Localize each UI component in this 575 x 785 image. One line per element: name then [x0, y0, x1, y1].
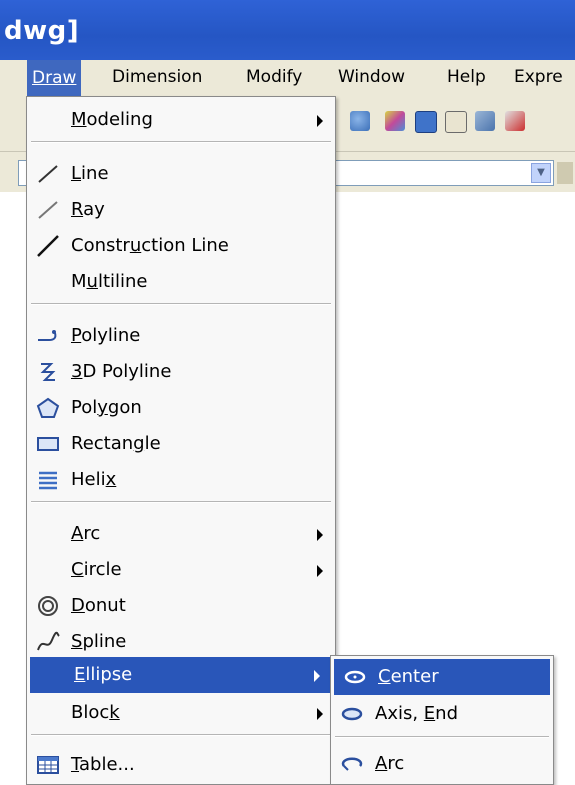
polygon-icon [36, 397, 60, 418]
donut-label: Donut [71, 595, 126, 616]
submenu-item-center[interactable]: Center [334, 659, 550, 695]
polygon-label: Polygon [71, 397, 142, 418]
separator [31, 141, 331, 143]
menu-item-rectangle[interactable]: Rectangle [27, 426, 335, 462]
menu-item-arc[interactable]: Arc [27, 516, 335, 552]
menu-express[interactable]: Expre [514, 67, 563, 87]
menu-item-3d-polyline[interactable]: 3D Polyline [27, 354, 335, 390]
menu-item-construction-line[interactable]: Construction Line [27, 228, 335, 264]
axis-end-label: Axis, End [375, 703, 459, 724]
separator [31, 501, 331, 503]
line-label: Line [71, 163, 109, 184]
arc-submenu-label: Arc [375, 753, 405, 774]
submenu-item-arc[interactable]: Arc [331, 746, 553, 782]
multiline-label: Multiline [71, 271, 148, 292]
table-icon [37, 756, 59, 774]
3d-polyline-icon [40, 363, 56, 381]
spline-icon [37, 631, 60, 651]
menu-dimension[interactable]: Dimension [112, 67, 202, 87]
menu-item-helix[interactable]: Helix [27, 462, 335, 498]
pan-icon[interactable] [350, 111, 370, 131]
menu-item-modeling[interactable]: Modeling [27, 102, 335, 138]
menu-draw[interactable]: Draw [27, 60, 82, 96]
polyline-icon [38, 330, 57, 341]
helix-icon [39, 471, 57, 490]
donut-icon [38, 596, 58, 616]
menu-item-line[interactable]: Line [27, 156, 335, 192]
menu-item-table[interactable]: Table... [27, 747, 335, 783]
arc-label: Arc [71, 523, 101, 544]
ellipse-center-icon [344, 670, 366, 684]
submenu-arrow-icon [314, 670, 320, 682]
menu-help[interactable]: Help [447, 67, 486, 87]
menu-window[interactable]: Window [338, 67, 405, 87]
menu-item-spline[interactable]: Spline [27, 624, 335, 660]
sheet-icon[interactable] [505, 111, 525, 131]
polyline-label: Polyline [71, 325, 141, 346]
circle-label: Circle [71, 559, 122, 580]
submenu-arrow-icon [317, 115, 323, 127]
menu-item-multiline[interactable]: Multiline [27, 264, 335, 300]
ray-label: Ray [71, 199, 105, 220]
menu-item-polygon[interactable]: Polygon [27, 390, 335, 426]
separator [31, 734, 331, 736]
submenu-arrow-icon [317, 565, 323, 577]
window-title: dwg] [4, 16, 80, 46]
ellipse-label: Ellipse [74, 664, 133, 685]
submenu-arrow-icon [317, 708, 323, 720]
3d-polyline-label: 3D Polyline [71, 361, 172, 382]
table-label: Table... [71, 754, 135, 775]
construction-line-icon [37, 235, 59, 257]
ellipse-submenu: Center Axis, End Arc [330, 655, 554, 785]
publish-icon[interactable] [445, 111, 467, 133]
draw-menu: Modeling Line Ray Construction Line Mult… [26, 96, 336, 785]
table-icon[interactable] [415, 111, 437, 133]
separator [31, 303, 331, 305]
spline-label: Spline [71, 631, 127, 652]
menu-item-ray[interactable]: Ray [27, 192, 335, 228]
menu-bar: Draw Dimension Modify Window Help Expre [0, 60, 575, 97]
menu-item-circle[interactable]: Circle [27, 552, 335, 588]
tool-palette-icon[interactable] [475, 111, 495, 131]
construction-line-label: Construction Line [71, 235, 229, 256]
ray-icon [38, 201, 58, 219]
rectangle-label: Rectangle [71, 433, 161, 454]
modeling-label: Modeling [71, 109, 153, 130]
menu-modify[interactable]: Modify [246, 67, 302, 87]
ellipse-axis-end-icon [341, 707, 363, 721]
chevron-down-icon[interactable]: ▼ [531, 163, 551, 183]
separator [335, 736, 549, 738]
properties-icon[interactable] [385, 111, 405, 131]
menu-item-polyline[interactable]: Polyline [27, 318, 335, 354]
menu-item-donut[interactable]: Donut [27, 588, 335, 624]
block-label: Block [71, 702, 120, 723]
menu-item-ellipse[interactable]: Ellipse [30, 657, 332, 693]
title-bar: dwg] [0, 0, 575, 60]
line-icon [38, 165, 58, 183]
center-label: Center [378, 666, 439, 687]
menu-item-block[interactable]: Block [27, 695, 335, 731]
submenu-item-axis-end[interactable]: Axis, End [331, 696, 553, 732]
helix-label: Helix [71, 469, 117, 490]
submenu-arrow-icon [317, 529, 323, 541]
toolbar-edge [557, 162, 573, 184]
rectangle-icon [37, 437, 59, 451]
ellipse-arc-icon [341, 757, 363, 771]
